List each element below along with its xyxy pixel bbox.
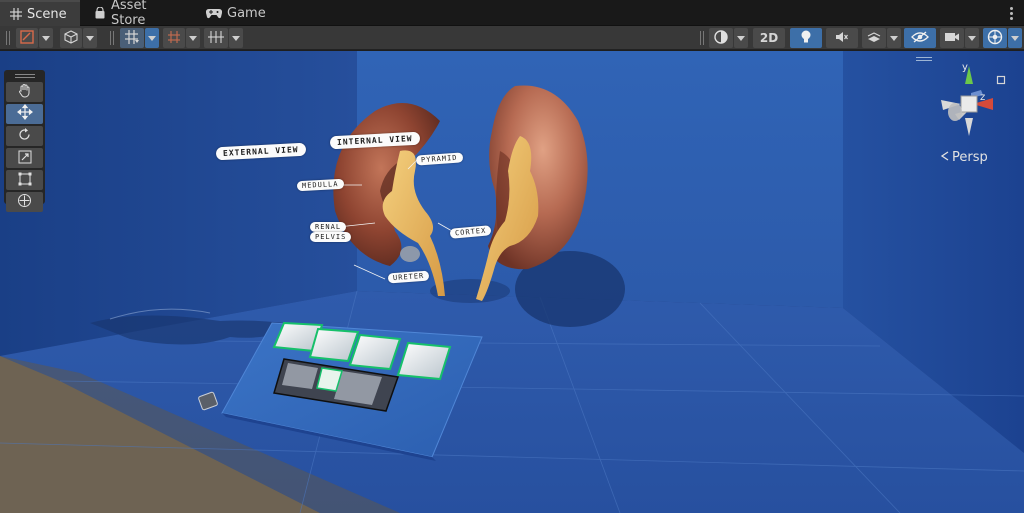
grid-snapping-dropdown[interactable] [145, 28, 159, 48]
rotate-tool-button[interactable] [6, 126, 43, 146]
gamepad-icon [206, 7, 222, 19]
transform-tool-button[interactable] [6, 192, 43, 212]
audio-toggle-button[interactable] [826, 28, 858, 48]
label-pelvis: PELVIS [310, 232, 352, 242]
tab-asset-store[interactable]: Asset Store [84, 0, 194, 28]
grid-icon [10, 8, 22, 20]
move-tool-button[interactable] [6, 104, 43, 124]
unity-scene-window: Scene Asset Store Game 2D EXTERNAL VIEW … [0, 0, 1024, 513]
grid-visibility-icon [208, 30, 224, 47]
gizmos-dropdown[interactable] [1008, 28, 1022, 48]
tab-label: Scene [27, 6, 67, 22]
effects-dropdown[interactable] [887, 28, 901, 48]
gizmo-axis-z: z [980, 92, 986, 103]
transform-icon [17, 193, 32, 212]
camera-settings-dropdown[interactable] [965, 28, 979, 48]
light-bulb-icon [800, 30, 812, 47]
scene-render [0, 51, 1024, 513]
scene-viewport[interactable]: EXTERNAL VIEW INTERNAL VIEW PYRAMID MEDU… [0, 51, 1024, 513]
toolbar-grip [703, 31, 704, 45]
mute-speaker-icon [835, 30, 849, 47]
mode-2d-button[interactable]: 2D [753, 28, 785, 48]
toolbar-grip [6, 31, 7, 45]
scale-icon [18, 149, 32, 168]
hand-tool-button[interactable] [6, 82, 43, 102]
toolbar-grip [9, 31, 10, 45]
layers-sparkle-icon [866, 30, 882, 47]
projection-toggle[interactable]: Persp [940, 150, 988, 165]
grid-snap-icon [124, 29, 140, 47]
video-camera-icon [944, 31, 960, 46]
projection-label: Persp [952, 150, 988, 165]
tab-game[interactable]: Game [196, 0, 268, 26]
shading-mode-button[interactable] [709, 28, 733, 48]
grid-snapping-button[interactable] [120, 28, 144, 48]
toolbar-grip [113, 31, 114, 45]
render-cube-dropdown[interactable] [83, 28, 97, 48]
toolbar-grip [700, 31, 701, 45]
shaded-sphere-icon [714, 29, 728, 47]
increment-snap-button[interactable] [163, 28, 185, 48]
grid-visibility-dropdown[interactable] [229, 28, 243, 48]
scene-toolbar: 2D [0, 26, 1024, 50]
tab-label: Asset Store [111, 0, 147, 28]
gizmo-axis-y: y [962, 62, 968, 73]
gizmos-button[interactable] [983, 28, 1007, 48]
increment-snap-dropdown[interactable] [186, 28, 200, 48]
lighting-toggle-button[interactable] [790, 28, 822, 48]
effects-button[interactable] [862, 28, 886, 48]
camera-settings-button[interactable] [940, 28, 964, 48]
chevron-left-icon [940, 150, 949, 165]
grid-visibility-button[interactable] [204, 28, 228, 48]
render-cube-button[interactable] [60, 28, 82, 48]
bag-icon [94, 7, 106, 19]
orientation-gizmo[interactable]: y z [925, 62, 1015, 152]
scale-tool-button[interactable] [6, 148, 43, 168]
toolbar-grip [110, 31, 111, 45]
gizmo-globe-icon [987, 29, 1003, 48]
tool-palette-grip[interactable] [6, 72, 43, 80]
shading-mode-dropdown[interactable] [734, 28, 748, 48]
label-renal: RENAL [310, 222, 347, 232]
draw-mode-dropdown[interactable] [39, 28, 53, 48]
tool-palette [4, 70, 45, 212]
rotate-icon [17, 127, 32, 146]
rect-transform-icon [18, 171, 32, 190]
shaded-mode-icon [20, 29, 34, 47]
tab-bar: Scene Asset Store Game [0, 0, 1024, 28]
move-arrows-icon [16, 104, 33, 124]
tab-label: Game [227, 5, 266, 21]
more-options-icon[interactable] [1004, 4, 1018, 22]
draw-mode-button[interactable] [16, 28, 38, 48]
rect-tool-button[interactable] [6, 170, 43, 190]
scene-visibility-button[interactable] [904, 28, 936, 48]
hand-icon [18, 83, 32, 102]
snap-increment-icon [167, 30, 181, 47]
tab-scene[interactable]: Scene [0, 0, 80, 26]
hidden-eye-icon [911, 30, 929, 46]
cube-icon [64, 29, 78, 47]
